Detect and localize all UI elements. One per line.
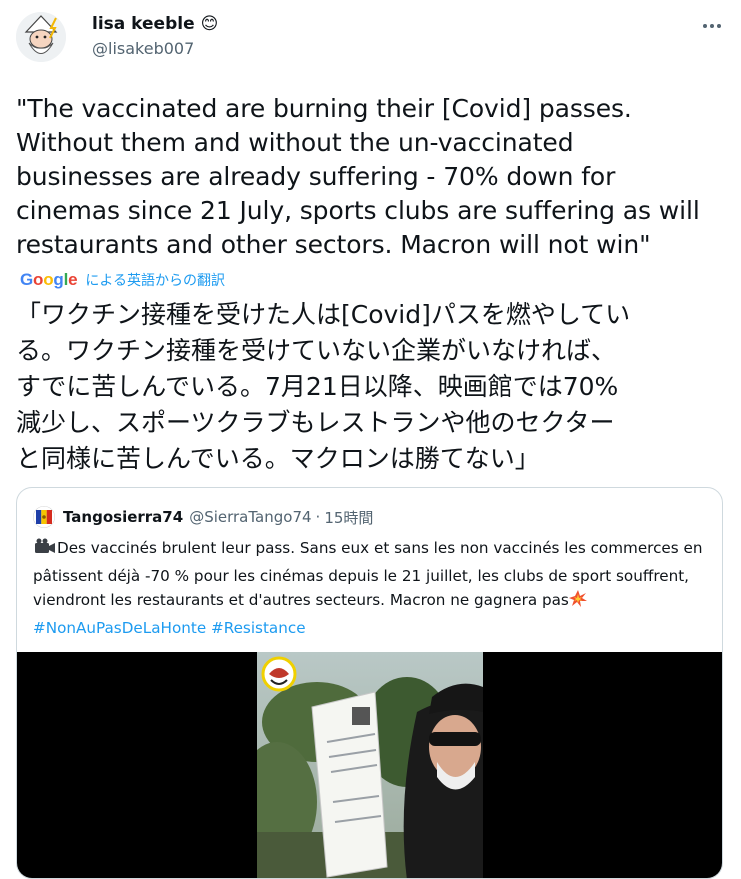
quoted-tweet-text: Des vaccinés brulent leur pass. Sans eux… [33, 536, 713, 640]
quoted-author-avatar[interactable] [33, 506, 55, 528]
collision-icon [568, 590, 587, 616]
author-name-text: lisa keeble [92, 14, 195, 34]
author-handle[interactable]: @lisakeb007 [92, 39, 194, 58]
translated-text: 「ワクチン接種を受けた人は[Covid]パスを燃やしてい る。ワクチン接種を受け… [16, 300, 631, 473]
tweet-text: "The vaccinated are burning their [Covid… [16, 94, 700, 259]
author-display-name[interactable]: lisa keeble 😊 [92, 14, 218, 34]
translation-label[interactable]: による英語からの翻訳 [85, 270, 225, 290]
separator-dot: · [315, 508, 321, 526]
quoted-hashtags[interactable]: #NonAuPasDeLaHonte #Resistance [33, 619, 306, 637]
google-logo: Google [20, 270, 78, 289]
video-player[interactable] [17, 652, 722, 878]
quoted-tweet-header: Tangosierra74 @SierraTango74 · 15時間 [33, 506, 373, 528]
more-options-icon[interactable] [698, 16, 726, 36]
flag-avatar-icon [33, 506, 55, 528]
smiling-face-icon: 😊 [200, 14, 219, 34]
quoted-display-name[interactable]: Tangosierra74 [63, 508, 183, 526]
quoted-tweet[interactable]: Tangosierra74 @SierraTango74 · 15時間 Des … [16, 487, 723, 879]
wizard-avatar-icon [16, 12, 66, 62]
quoted-text-body: Des vaccinés brulent leur pass. Sans eux… [33, 539, 703, 609]
quoted-timestamp[interactable]: 15時間 [324, 507, 373, 528]
author-avatar[interactable] [16, 12, 66, 62]
video-camera-icon [33, 538, 57, 564]
quoted-handle[interactable]: @SierraTango74 [189, 508, 311, 526]
tweet: lisa keeble 😊 @lisakeb007 "The vaccinated… [0, 0, 741, 879]
video-frame-image [257, 652, 483, 878]
translation-attribution: Google による英語からの翻訳 [20, 269, 225, 291]
video-thumbnail [257, 652, 483, 878]
